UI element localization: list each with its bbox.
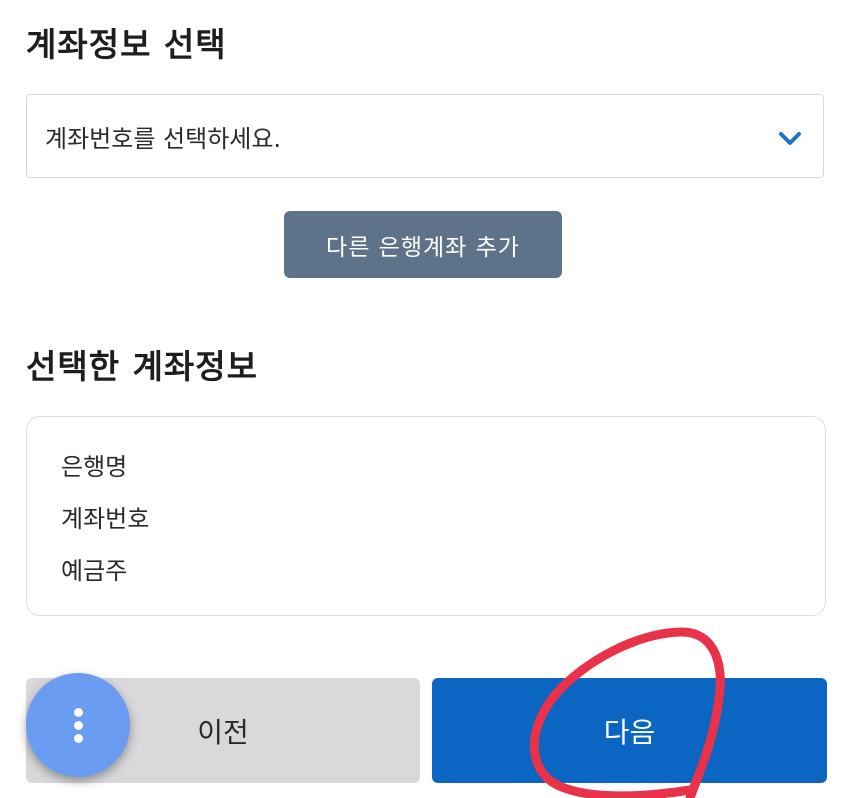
account-section-title: 계좌정보 선택 (26, 25, 227, 64)
bank-name-label: 은행명 (61, 453, 128, 481)
add-other-bank-account-button[interactable]: 다른 은행계좌 추가 (284, 211, 562, 278)
chevron-down-icon (779, 132, 801, 145)
account-number-select[interactable]: 계좌번호를 선택하세요. (26, 94, 824, 178)
floating-menu-button[interactable] (26, 673, 130, 777)
selected-account-section-title: 선택한 계좌정보 (26, 347, 259, 386)
next-button[interactable]: 다음 (432, 678, 827, 783)
selected-account-info-box: 은행명 계좌번호 예금주 (26, 416, 826, 616)
account-number-label: 계좌번호 (61, 505, 150, 533)
account-select-placeholder: 계좌번호를 선택하세요. (45, 124, 282, 153)
account-holder-label: 예금주 (61, 557, 128, 585)
previous-button-label: 이전 (197, 715, 249, 749)
next-button-label: 다음 (603, 715, 656, 749)
account-selection-screen: 계좌정보 선택 계좌번호를 선택하세요. 다른 은행계좌 추가 선택한 계좌정보… (0, 0, 847, 798)
